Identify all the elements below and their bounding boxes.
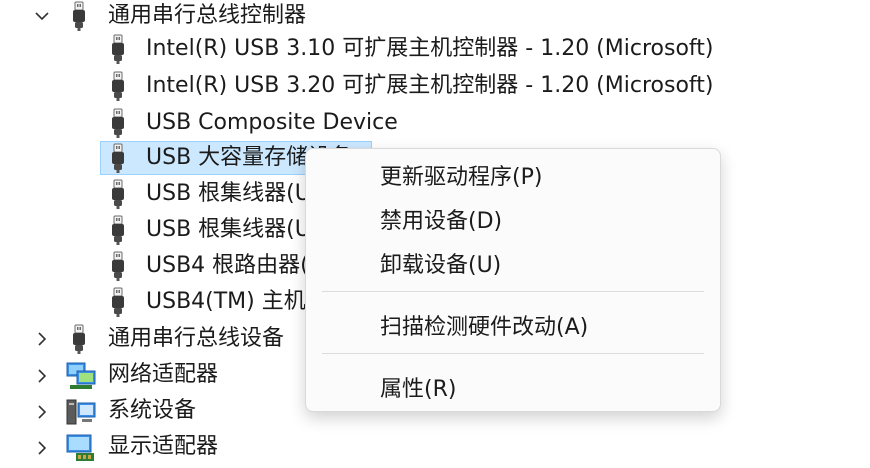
tree-child-item[interactable]: USB Composite Device [146, 107, 398, 139]
usb-connector-icon [111, 142, 125, 174]
usb-connector-icon [111, 214, 125, 246]
tree-child-item[interactable]: Intel(R) USB 3.20 可扩展主机控制器 - 1.20 (Micro… [146, 70, 713, 102]
system-device-icon [66, 399, 96, 425]
chevron-right-icon[interactable] [30, 400, 54, 424]
device-label: Intel(R) USB 3.10 可扩展主机控制器 - 1.20 (Micro… [146, 36, 714, 61]
tree-node-label: 通用串行总线控制器 [108, 3, 307, 28]
display-adapter-icon [66, 434, 94, 461]
tree-node-system[interactable]: 系统设备 [108, 395, 196, 427]
network-adapter-icon [66, 362, 96, 389]
menu-item-label: 属性(R) [380, 377, 457, 402]
menu-item-update-driver[interactable]: 更新驱动程序(P) [306, 155, 720, 195]
chevron-down-icon[interactable] [30, 4, 54, 28]
context-menu: 更新驱动程序(P) 禁用设备(D) 卸载设备(U) 扫描检测硬件改动(A) 属性… [305, 148, 721, 412]
tree-node-label: 显示适配器 [108, 434, 219, 459]
usb-connector-icon [111, 33, 125, 65]
tree-node-label: 网络适配器 [108, 362, 219, 387]
menu-item-label: 更新驱动程序(P) [380, 165, 543, 190]
tree-node-label: 系统设备 [108, 398, 197, 423]
menu-separator [322, 291, 704, 292]
device-label: Intel(R) USB 3.20 可扩展主机控制器 - 1.20 (Micro… [146, 73, 714, 98]
usb-connector-icon [72, 0, 86, 32]
usb-connector-icon [111, 107, 125, 139]
menu-item-label: 扫描检测硬件改动(A) [380, 315, 589, 340]
usb-connector-icon [111, 250, 125, 282]
menu-item-properties[interactable]: 属性(R) [306, 367, 720, 407]
chevron-right-icon[interactable] [30, 436, 54, 460]
usb-connector-icon [111, 70, 125, 102]
menu-item-label: 禁用设备(D) [380, 209, 503, 234]
menu-item-scan-hardware[interactable]: 扫描检测硬件改动(A) [306, 305, 720, 345]
tree-node-usb-devices[interactable]: 通用串行总线设备 [108, 323, 284, 355]
chevron-right-icon[interactable] [30, 364, 54, 388]
tree-node-usb-controllers[interactable]: 通用串行总线控制器 [108, 0, 306, 32]
tree-node-label: 通用串行总线设备 [108, 326, 285, 351]
device-label: USB Composite Device [146, 110, 398, 135]
usb-connector-icon [111, 286, 125, 318]
menu-item-uninstall-device[interactable]: 卸载设备(U) [306, 243, 720, 283]
menu-item-label: 卸载设备(U) [380, 253, 502, 278]
usb-connector-icon [111, 178, 125, 210]
menu-separator [322, 353, 704, 354]
menu-item-disable-device[interactable]: 禁用设备(D) [306, 199, 720, 239]
tree-node-display[interactable]: 显示适配器 [108, 431, 218, 463]
tree-child-item[interactable]: Intel(R) USB 3.10 可扩展主机控制器 - 1.20 (Micro… [146, 33, 713, 65]
tree-node-network[interactable]: 网络适配器 [108, 359, 218, 391]
chevron-right-icon[interactable] [30, 327, 54, 351]
usb-connector-icon [72, 323, 86, 355]
